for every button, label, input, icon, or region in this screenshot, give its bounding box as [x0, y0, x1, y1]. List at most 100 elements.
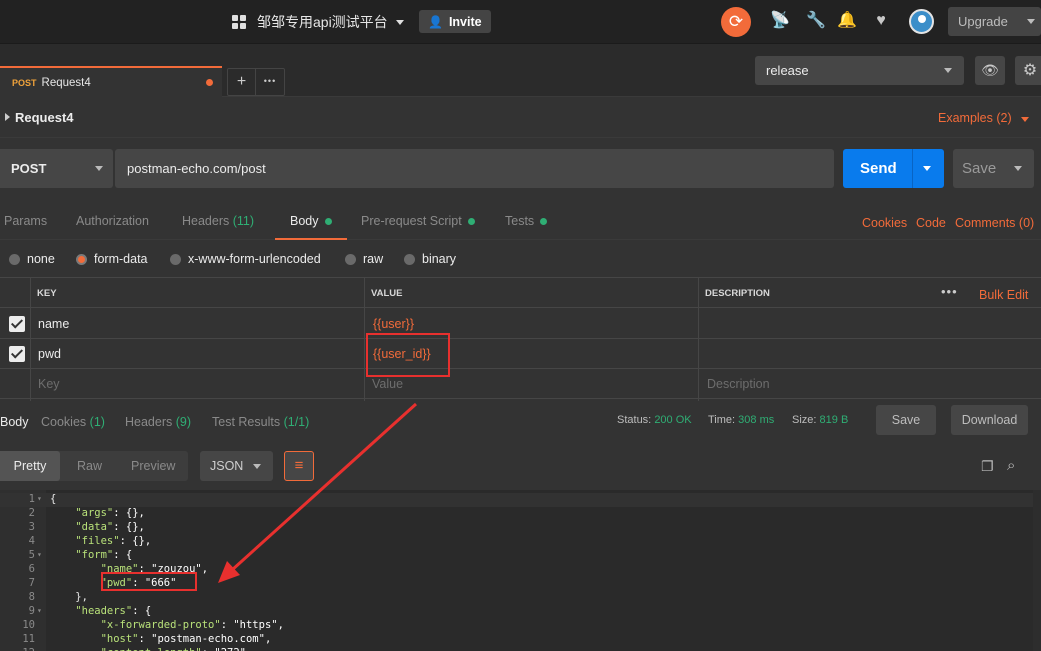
response-tab-headers[interactable]: Headers (9)	[125, 415, 191, 429]
satellite-icon[interactable]: 📡	[770, 11, 790, 31]
row-checkbox[interactable]	[9, 316, 25, 332]
tab-request4[interactable]: POST Request4	[0, 66, 222, 97]
cookies-link[interactable]: Cookies	[862, 216, 907, 230]
tab-params[interactable]: Params	[4, 214, 47, 228]
response-tab-cookies[interactable]: Cookies (1)	[41, 415, 105, 429]
response-body-code[interactable]: 1 ▾{2 "args": {}, 3 "data": {}, 4 "files": …	[0, 490, 1041, 651]
bulk-edit-link[interactable]: Bulk Edit	[979, 288, 1028, 302]
unsaved-indicator-icon[interactable]	[206, 79, 213, 86]
new-key-input[interactable]: Key	[38, 377, 60, 391]
line-number: 5	[28, 549, 35, 561]
request-name[interactable]: Request4	[15, 110, 74, 125]
method-value: POST	[11, 161, 47, 176]
wrench-icon[interactable]: 🔧	[806, 11, 826, 31]
response-tab-test-results[interactable]: Test Results (1/1)	[212, 415, 309, 429]
view-mode-group: Pretty Raw Preview	[0, 451, 188, 481]
request-tabs: Params Authorization Headers (11) Body P…	[0, 204, 1041, 240]
chevron-down-icon	[1020, 117, 1029, 122]
radio-selected-icon	[76, 253, 87, 265]
json-key: "headers"	[75, 605, 133, 617]
json-value: : "postman-echo.com",	[138, 633, 272, 645]
form-data-table: KEY VALUE DESCRIPTION ••• Bulk Edit name…	[0, 277, 1041, 401]
fold-toggle-icon[interactable]: ▾	[37, 494, 42, 503]
code-scrollbar[interactable]	[1033, 490, 1041, 651]
fold-toggle-icon[interactable]: ▾	[37, 606, 42, 615]
body-type-urlencoded[interactable]: x-www-form-urlencoded	[170, 252, 321, 266]
send-divider	[912, 149, 913, 188]
url-input[interactable]: postman-echo.com/post	[115, 149, 834, 188]
gear-icon[interactable]: ⚙	[1015, 56, 1041, 85]
view-mode-preview[interactable]: Preview	[131, 459, 175, 473]
format-value: JSON	[210, 459, 244, 473]
upgrade-button[interactable]: Upgrade	[948, 7, 1041, 36]
chevron-down-icon[interactable]	[1014, 166, 1022, 171]
request-header: Request4 Examples (2)	[0, 98, 1041, 138]
body-type-form-data[interactable]: form-data	[76, 252, 148, 266]
examples-dropdown[interactable]: Examples (2)	[938, 111, 1029, 125]
chevron-down-icon	[944, 68, 952, 73]
response-tab-body[interactable]: Body	[0, 415, 29, 429]
line-number: 7	[28, 577, 35, 589]
send-button[interactable]: Send	[843, 149, 944, 188]
expand-icon[interactable]	[5, 113, 10, 121]
code-line: 12 "content-length": "272",	[0, 647, 1041, 651]
body-type-raw[interactable]: raw	[345, 252, 383, 266]
eye-icon[interactable]: 👁	[975, 56, 1005, 85]
save-button[interactable]: Save	[953, 149, 1034, 188]
time-label: Time:	[708, 414, 736, 426]
response-tab-headers-label: Headers	[125, 415, 173, 429]
tab-headers-label: Headers	[182, 214, 230, 228]
table-new-row: Key Value Description	[0, 369, 1041, 399]
view-mode-pretty[interactable]: Pretty	[0, 451, 60, 481]
code-text: "form": {	[50, 549, 132, 561]
key-cell[interactable]: name	[38, 317, 69, 331]
table-more-button[interactable]: •••	[941, 284, 958, 299]
format-select[interactable]: JSON	[200, 451, 273, 481]
new-description-input[interactable]: Description	[707, 377, 770, 391]
json-value: : {},	[119, 535, 152, 547]
copy-icon[interactable]: ❐	[981, 458, 997, 474]
invite-button[interactable]: 👤 Invite	[419, 10, 491, 33]
fold-toggle-icon[interactable]: ▾	[37, 550, 42, 559]
tab-more-button[interactable]: •••	[256, 69, 284, 95]
status-dot-icon	[540, 218, 548, 226]
sync-icon[interactable]: ⟳	[721, 7, 751, 37]
avatar[interactable]	[909, 9, 934, 34]
tab-tests[interactable]: Tests	[505, 214, 548, 228]
workspace-switcher[interactable]: 邹邹专用api测试平台	[232, 12, 404, 32]
status-dot-icon	[467, 218, 475, 226]
tab-body[interactable]: Body	[290, 214, 332, 228]
tab-authorization[interactable]: Authorization	[76, 214, 149, 228]
comments-link[interactable]: Comments (0)	[955, 216, 1034, 230]
code-line: 4 "files": {},	[0, 535, 1041, 549]
wrap-lines-icon[interactable]: ≡	[284, 451, 314, 481]
tab-prerequest-script[interactable]: Pre-request Script	[361, 214, 475, 228]
heart-icon[interactable]: ♥	[871, 11, 891, 31]
value-cell[interactable]: {{user}}	[373, 317, 414, 331]
search-icon[interactable]: ⌕	[1007, 457, 1025, 475]
view-mode-raw[interactable]: Raw	[77, 459, 102, 473]
row-checkbox[interactable]	[9, 346, 25, 362]
chevron-down-icon	[95, 166, 103, 171]
response-header: Body Cookies (1) Headers (9) Test Result…	[0, 400, 1041, 442]
body-type-label: x-www-form-urlencoded	[188, 252, 321, 266]
method-select[interactable]: POST	[0, 149, 113, 188]
response-toolbar: Pretty Raw Preview JSON ≡ ❐ ⌕	[0, 450, 1041, 484]
download-button[interactable]: Download	[951, 405, 1028, 435]
save-response-button[interactable]: Save	[876, 405, 936, 435]
body-type-binary[interactable]: binary	[404, 252, 456, 266]
tab-method: POST	[12, 77, 37, 88]
line-number: 2	[28, 507, 35, 519]
send-options-chevron-icon[interactable]	[923, 166, 931, 171]
tab-headers[interactable]: Headers (11)	[182, 214, 254, 228]
chevron-down-icon	[253, 464, 261, 469]
body-type-none[interactable]: none	[9, 252, 55, 266]
code-text: },	[50, 591, 88, 603]
new-tab-button[interactable]: +	[228, 69, 256, 95]
environment-select[interactable]: release	[755, 56, 964, 85]
key-cell[interactable]: pwd	[38, 347, 61, 361]
new-value-input[interactable]: Value	[372, 377, 403, 391]
line-number: 12	[0, 647, 35, 651]
bell-icon[interactable]: 🔔	[837, 11, 857, 31]
code-link[interactable]: Code	[916, 216, 946, 230]
